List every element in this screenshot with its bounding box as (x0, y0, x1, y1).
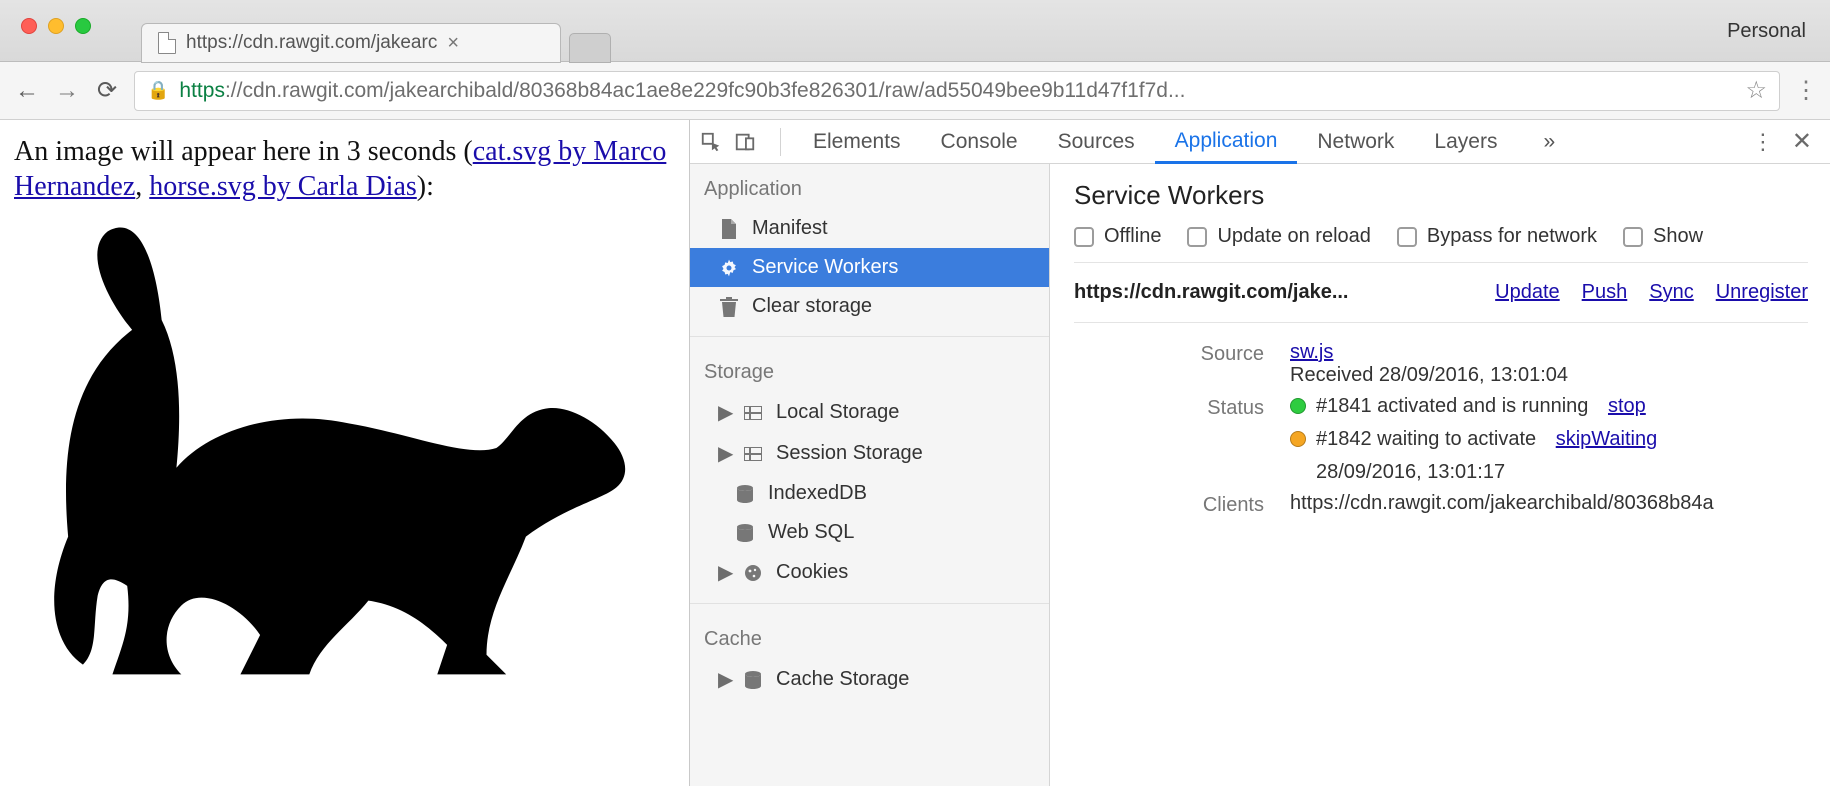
label-status: Status (1074, 395, 1264, 484)
sidebar-group-application: Application (690, 164, 1049, 209)
address-bar[interactable]: 🔒 https://cdn.rawgit.com/jakearchibald/8… (134, 71, 1780, 111)
status-active: #1841 activated and is running stop (1290, 395, 1808, 418)
new-tab-button[interactable] (569, 33, 611, 63)
devtools-tabbar: Elements Console Sources Application Net… (690, 120, 1830, 164)
panel-title: Service Workers (1074, 180, 1808, 211)
checkbox-bypass-for-network[interactable]: Bypass for network (1397, 225, 1597, 248)
sidebar-item-web-sql[interactable]: Web SQL (690, 513, 1049, 552)
status-dot-green-icon (1290, 398, 1306, 414)
sidebar-item-session-storage[interactable]: ▶ Session Storage (690, 433, 1049, 474)
lock-icon: 🔒 (147, 80, 169, 101)
action-unregister[interactable]: Unregister (1716, 281, 1808, 304)
bookmark-star-icon[interactable]: ☆ (1745, 76, 1767, 105)
sidebar-item-clear-storage[interactable]: Clear storage (690, 287, 1049, 326)
close-tab-button[interactable]: × (447, 32, 459, 55)
tab-console[interactable]: Console (921, 120, 1038, 164)
file-icon (158, 32, 176, 54)
sidebar-group-storage: Storage (690, 347, 1049, 392)
tab-sources[interactable]: Sources (1038, 120, 1155, 164)
sidebar-group-cache: Cache (690, 614, 1049, 659)
checkbox-offline[interactable]: Offline (1074, 225, 1161, 248)
status-dot-orange-icon (1290, 431, 1306, 447)
tab-layers[interactable]: Layers (1414, 120, 1517, 164)
database-icon (734, 522, 756, 544)
grid-icon (742, 402, 764, 424)
expand-triangle-icon: ▶ (718, 560, 730, 585)
inspect-element-icon[interactable] (700, 131, 734, 153)
back-button[interactable]: ← (14, 77, 40, 105)
action-update[interactable]: Update (1495, 281, 1560, 304)
sidebar-item-manifest[interactable]: Manifest (690, 209, 1049, 248)
close-window-button[interactable] (21, 18, 37, 34)
toolbar: ← → ⟳ 🔒 https://cdn.rawgit.com/jakearchi… (0, 62, 1830, 120)
checkbox-update-on-reload[interactable]: Update on reload (1187, 225, 1370, 248)
device-toolbar-icon[interactable] (734, 131, 768, 153)
sidebar-item-local-storage[interactable]: ▶ Local Storage (690, 392, 1049, 433)
tab-title: https://cdn.rawgit.com/jakearc (186, 32, 437, 54)
label-source: Source (1074, 341, 1264, 387)
expand-triangle-icon: ▶ (718, 400, 730, 425)
sidebar-item-cache-storage[interactable]: ▶ Cache Storage (690, 659, 1049, 700)
window-controls (0, 0, 91, 34)
cat-image (14, 208, 675, 688)
clients-value: https://cdn.rawgit.com/jakearchibald/803… (1290, 492, 1808, 517)
tab-network[interactable]: Network (1297, 120, 1414, 164)
devtools-menu-button[interactable]: ⋮ (1752, 129, 1774, 155)
file-icon (718, 218, 740, 240)
profile-label[interactable]: Personal (1727, 20, 1806, 43)
page-intro-text: An image will appear here in 3 seconds (… (14, 134, 675, 204)
zoom-window-button[interactable] (75, 18, 91, 34)
action-skip-waiting[interactable]: skipWaiting (1556, 428, 1658, 450)
minimize-window-button[interactable] (48, 18, 64, 34)
trash-icon (718, 296, 740, 318)
devtools: Elements Console Sources Application Net… (690, 120, 1830, 786)
tab-elements[interactable]: Elements (793, 120, 921, 164)
status-waiting: #1842 waiting to activate skipWaiting (1290, 428, 1808, 451)
action-push[interactable]: Push (1582, 281, 1628, 304)
expand-triangle-icon: ▶ (718, 441, 730, 466)
cookie-icon (742, 562, 764, 584)
url-text: https://cdn.rawgit.com/jakearchibald/803… (179, 79, 1185, 103)
browser-tab-active[interactable]: https://cdn.rawgit.com/jakearc × (141, 23, 561, 63)
link-horse-svg[interactable]: horse.svg by Carla Dias (149, 171, 417, 202)
database-icon (734, 483, 756, 505)
panel-options: Offline Update on reload Bypass for netw… (1074, 225, 1808, 263)
tab-application[interactable]: Application (1155, 120, 1298, 164)
grid-icon (742, 443, 764, 465)
sidebar-item-cookies[interactable]: ▶ Cookies (690, 552, 1049, 593)
tabs-overflow-button[interactable]: » (1523, 120, 1575, 164)
worker-origin-row: https://cdn.rawgit.com/jake... Update Pu… (1074, 263, 1808, 323)
database-icon (742, 669, 764, 691)
application-sidebar: Application Manifest Service Workers (690, 164, 1050, 786)
forward-button[interactable]: → (54, 77, 80, 105)
sidebar-item-indexeddb[interactable]: IndexedDB (690, 474, 1049, 513)
browser-menu-button[interactable]: ⋮ (1794, 76, 1816, 105)
status-waiting-time: 28/09/2016, 13:01:17 (1316, 461, 1808, 484)
devtools-close-button[interactable]: ✕ (1792, 127, 1812, 156)
expand-triangle-icon: ▶ (718, 667, 730, 692)
browser-titlebar: https://cdn.rawgit.com/jakearc × Persona… (0, 0, 1830, 62)
action-stop[interactable]: stop (1608, 395, 1646, 417)
reload-button[interactable]: ⟳ (94, 76, 120, 105)
checkbox-show-all[interactable]: Show (1623, 225, 1703, 248)
action-sync[interactable]: Sync (1649, 281, 1693, 304)
tabstrip: https://cdn.rawgit.com/jakearc × (141, 0, 611, 62)
worker-origin: https://cdn.rawgit.com/jake... (1074, 281, 1349, 304)
source-received: Received 28/09/2016, 13:01:04 (1290, 364, 1808, 387)
label-clients: Clients (1074, 492, 1264, 517)
sidebar-item-service-workers[interactable]: Service Workers (690, 248, 1049, 287)
gear-icon (718, 257, 740, 279)
page-content: An image will appear here in 3 seconds (… (0, 120, 690, 786)
source-link[interactable]: sw.js (1290, 341, 1333, 363)
service-workers-panel: Service Workers Offline Update on reload… (1050, 164, 1830, 786)
